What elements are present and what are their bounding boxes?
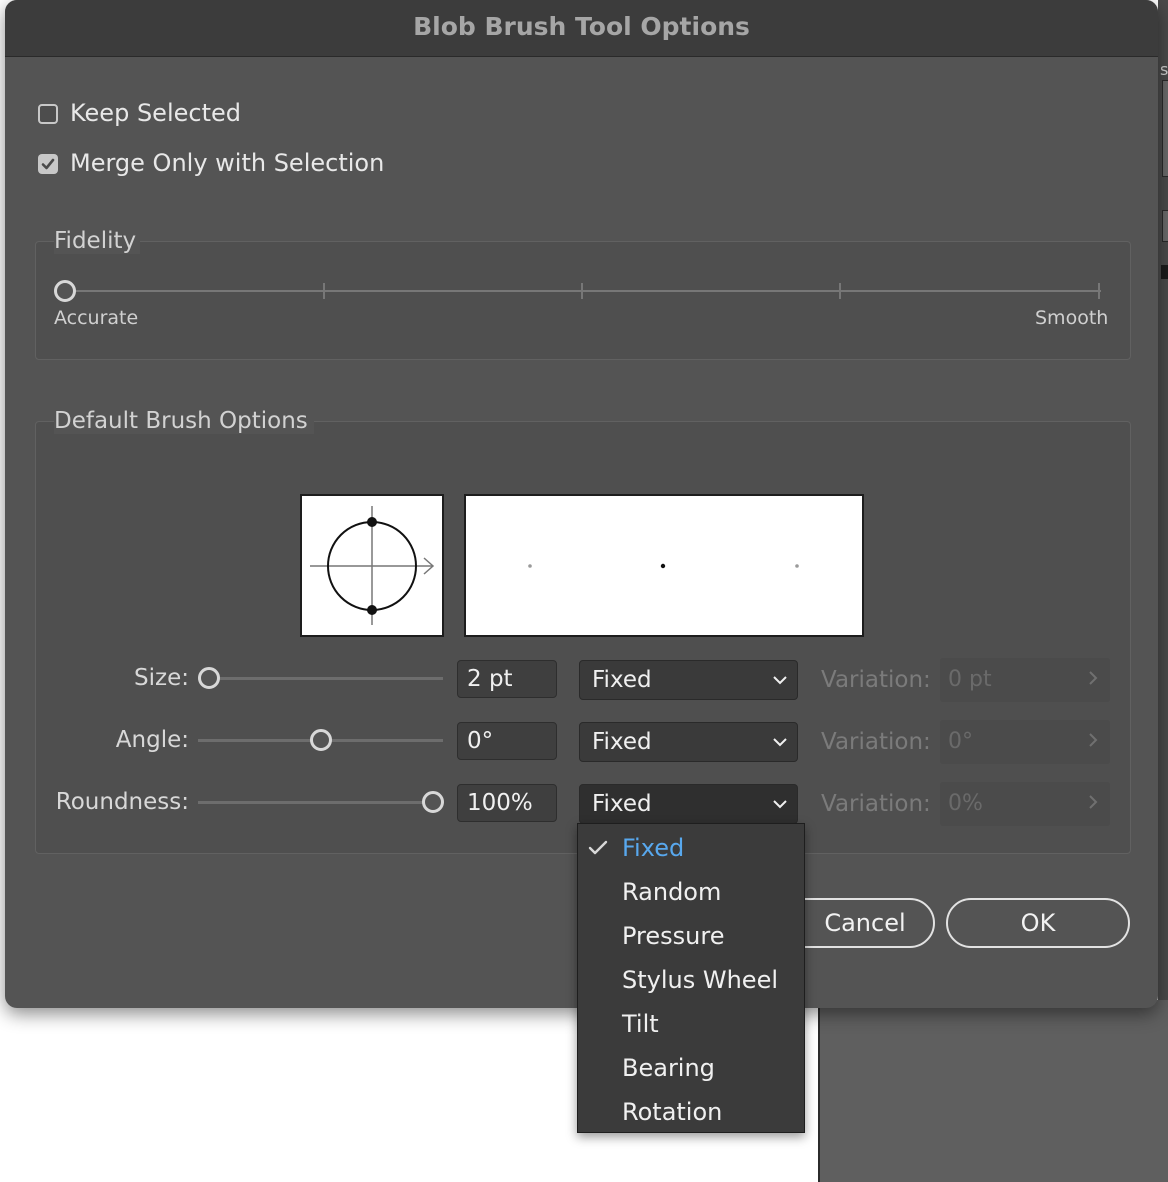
menu-item-stylus-wheel[interactable]: Stylus Wheel: [578, 958, 804, 1002]
size-mode-select[interactable]: Fixed: [579, 660, 798, 700]
fidelity-tick: [323, 283, 325, 299]
ok-button[interactable]: OK: [946, 898, 1130, 948]
roundness-mode-select[interactable]: Fixed: [579, 784, 798, 824]
chevron-right-icon: [1089, 733, 1098, 747]
fidelity-tick: [839, 283, 841, 299]
size-variation-value: 0 pt: [948, 667, 992, 692]
roundness-slider-thumb[interactable]: [422, 791, 444, 813]
roundness-slider-track[interactable]: [198, 801, 443, 804]
menu-item-tilt[interactable]: Tilt: [578, 1002, 804, 1046]
angle-label: Angle:: [115, 727, 189, 753]
brush-options-title: Default Brush Options: [54, 408, 314, 434]
size-slider-thumb[interactable]: [198, 667, 220, 689]
fidelity-smooth-label: Smooth: [1035, 307, 1109, 329]
chevron-right-icon: [1089, 795, 1098, 809]
angle-input[interactable]: 0°: [457, 722, 557, 760]
roundness-label: Roundness:: [55, 789, 189, 815]
background-panel-box: [1162, 80, 1168, 177]
fidelity-accurate-label: Accurate: [54, 307, 139, 329]
angle-mode-value: Fixed: [592, 729, 652, 755]
fidelity-group: [35, 241, 1131, 360]
chevron-right-icon: [1089, 671, 1098, 685]
fidelity-slider-track[interactable]: [67, 290, 1101, 292]
keep-selected-label[interactable]: Keep Selected: [70, 99, 241, 127]
keep-selected-checkbox[interactable]: [38, 104, 58, 124]
mode-dropdown-menu: Fixed Random Pressure Stylus Wheel Tilt …: [577, 823, 805, 1133]
size-slider-track[interactable]: [198, 677, 443, 680]
title-bar[interactable]: Blob Brush Tool Options: [5, 0, 1158, 57]
angle-variation-value: 0°: [948, 729, 973, 754]
fidelity-title: Fidelity: [54, 228, 141, 254]
background-edge-text: s: [1160, 60, 1168, 79]
angle-variation-input: 0°: [940, 720, 1110, 764]
angle-variation-label: Variation:: [821, 729, 931, 755]
menu-item-bearing[interactable]: Bearing: [578, 1046, 804, 1090]
fidelity-slider-thumb[interactable]: [54, 280, 76, 302]
merge-only-label[interactable]: Merge Only with Selection: [70, 149, 384, 177]
brush-shape-icon: [310, 506, 435, 625]
chevron-down-icon: [773, 800, 787, 809]
stroke-dots-icon: [528, 563, 799, 569]
background-app-panel: [818, 1000, 1168, 1182]
menu-item-fixed[interactable]: Fixed: [578, 826, 804, 870]
size-variation-input: 0 pt: [940, 658, 1110, 702]
size-label: Size:: [134, 665, 189, 691]
background-panel-mark: [1161, 265, 1168, 279]
fidelity-tick: [1098, 283, 1100, 299]
menu-item-rotation[interactable]: Rotation: [578, 1090, 804, 1134]
chevron-down-icon: [773, 676, 787, 685]
menu-item-random[interactable]: Random: [578, 870, 804, 914]
menu-item-label: Fixed: [622, 834, 685, 862]
angle-mode-select[interactable]: Fixed: [579, 722, 798, 762]
merge-only-checkbox[interactable]: [38, 154, 58, 174]
dialog-title: Blob Brush Tool Options: [413, 12, 750, 41]
size-variation-label: Variation:: [821, 667, 931, 693]
checkmark-icon: [588, 840, 608, 855]
roundness-mode-value: Fixed: [592, 791, 652, 817]
brush-shape-preview[interactable]: [300, 494, 444, 637]
checkmark-icon: [41, 158, 55, 170]
roundness-variation-input: 0%: [940, 782, 1110, 826]
background-panel-box: [1162, 210, 1168, 242]
menu-item-pressure[interactable]: Pressure: [578, 914, 804, 958]
roundness-variation-value: 0%: [948, 791, 983, 816]
chevron-down-icon: [773, 738, 787, 747]
angle-slider-thumb[interactable]: [310, 729, 332, 751]
size-input[interactable]: 2 pt: [457, 660, 557, 698]
size-mode-value: Fixed: [592, 667, 652, 693]
roundness-variation-label: Variation:: [821, 791, 931, 817]
brush-stroke-preview: [464, 494, 864, 637]
roundness-input[interactable]: 100%: [457, 784, 557, 822]
fidelity-tick: [581, 283, 583, 299]
